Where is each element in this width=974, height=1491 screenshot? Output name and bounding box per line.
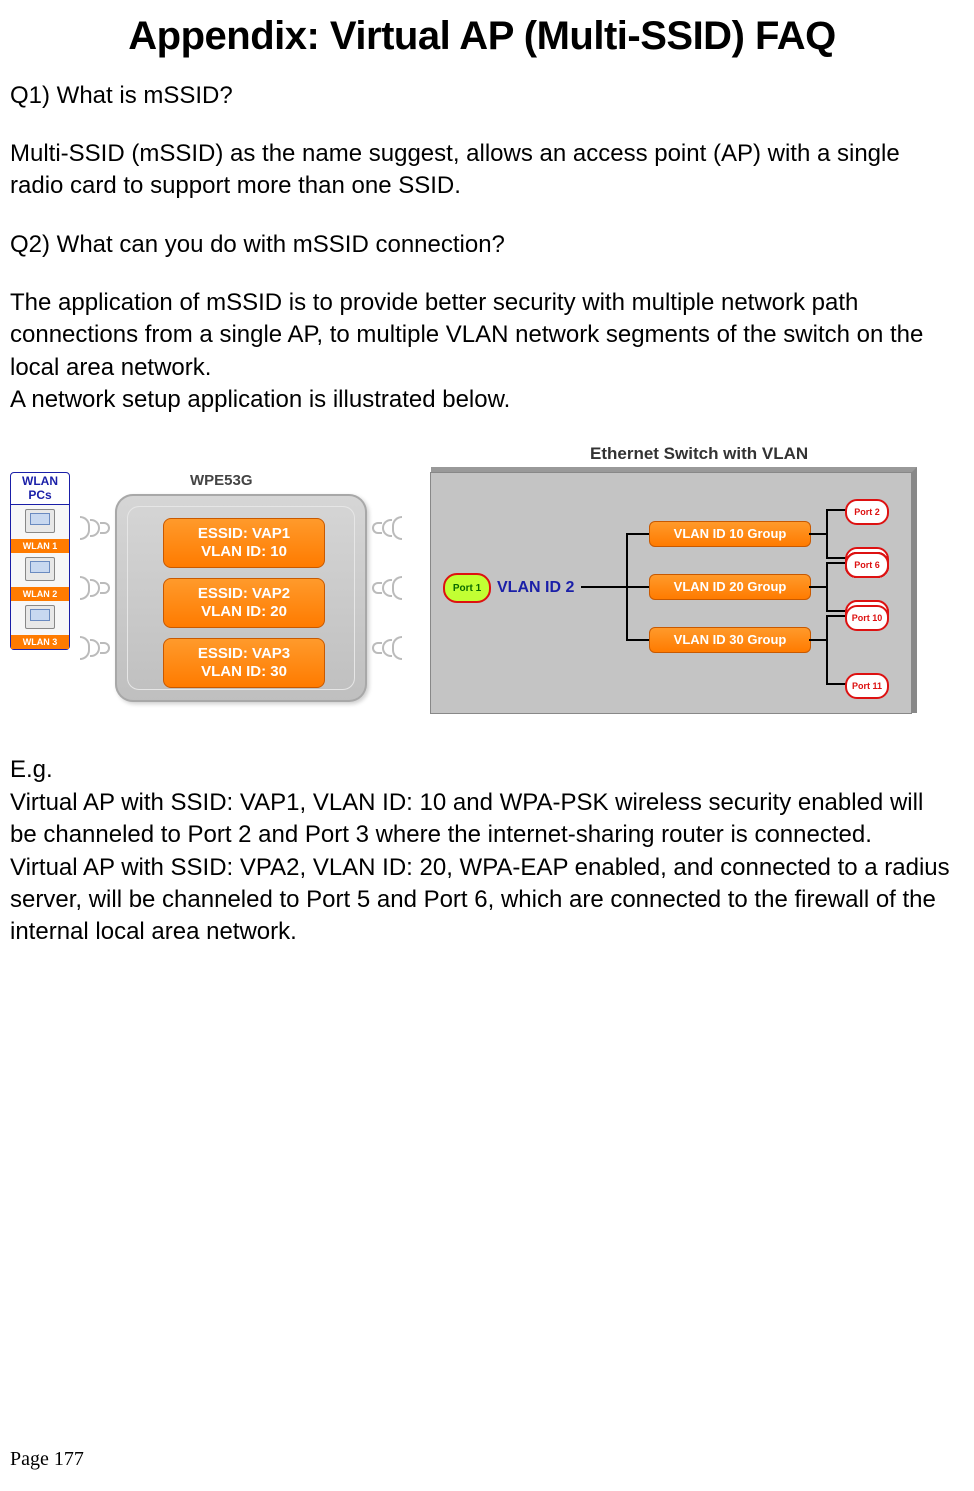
example-paragraph-1: Virtual AP with SSID: VAP1, VLAN ID: 10 … [10,787,954,852]
connector-line [809,639,827,641]
vap-3: ESSID: VAP3 VLAN ID: 30 [163,638,325,688]
wlan-pc-2: WLAN 2 [10,553,70,601]
computer-icon [25,509,55,533]
wlan-pcs-column: WLAN PCs WLAN 1 WLAN 2 WLAN 3 [10,472,70,649]
wlan-pc-3-label: WLAN 3 [11,635,69,649]
wireless-signal-icon [372,634,408,658]
example-heading: E.g. [10,754,954,786]
vlan-group-10: VLAN ID 10 Group [649,521,811,547]
vap-1-vlan: VLAN ID: 10 [164,543,324,561]
connector-line [826,509,828,559]
port-6-visible: Port 6 [845,552,889,578]
connector-line [826,610,846,612]
wireless-signal-icon [72,574,108,598]
answer-2: The application of mSSID is to provide b… [10,287,954,417]
switch-label: Ethernet Switch with VLAN [590,444,808,464]
connector-line [826,683,846,685]
vlan-id-2-label: VLAN ID 2 [497,579,574,597]
port-10: Port 10 [845,605,889,631]
wireless-signal-icon [72,634,108,658]
question-1: Q1) What is mSSID? [10,82,954,110]
connector-line [826,562,846,564]
network-diagram: Ethernet Switch with VLAN WLAN PCs WLAN … [10,444,930,724]
connector-line [826,557,846,559]
port-11: Port 11 [845,673,889,699]
wireless-signal-icon [372,574,408,598]
port-2: Port 2 [845,499,889,525]
wlan-pc-3: WLAN 3 [10,601,70,650]
ap-model-label: WPE53G [190,472,253,489]
computer-icon [25,605,55,629]
port-1-wrap: Port 1 VLAN ID 2 [443,573,574,603]
question-2: Q2) What can you do with mSSID connectio… [10,231,954,259]
wlan-pc-1: WLAN 1 [10,505,70,553]
wireless-signal-icon [72,514,108,538]
connector-line [626,639,650,641]
page-number: Page 177 [10,1448,84,1471]
wlan-pc-1-label: WLAN 1 [11,539,69,553]
vap-1-essid: ESSID: VAP1 [164,525,324,543]
connector-line [809,586,827,588]
connector-line [826,615,828,685]
example-paragraph-2: Virtual AP with SSID: VPA2, VLAN ID: 20,… [10,852,954,949]
wireless-signal-icon [372,514,408,538]
wlan-pcs-header: WLAN PCs [10,472,70,504]
connector-line [826,615,846,617]
connector-line [581,586,627,588]
page-title: Appendix: Virtual AP (Multi-SSID) FAQ [10,10,954,62]
ethernet-switch-box: Port 1 VLAN ID 2 VLAN ID 10 Group VLAN I… [430,472,912,714]
vap-2: ESSID: VAP2 VLAN ID: 20 [163,578,325,628]
vap-3-essid: ESSID: VAP3 [164,645,324,663]
port-1: Port 1 [443,573,491,603]
computer-icon [25,557,55,581]
answer-1: Multi-SSID (mSSID) as the name suggest, … [10,138,954,203]
vlan-group-30: VLAN ID 30 Group [649,627,811,653]
connector-line [826,509,846,511]
access-point-box: ESSID: VAP1 VLAN ID: 10 ESSID: VAP2 VLAN… [115,494,367,702]
vap-3-vlan: VLAN ID: 30 [164,663,324,681]
vap-2-vlan: VLAN ID: 20 [164,603,324,621]
vap-2-essid: ESSID: VAP2 [164,585,324,603]
connector-line [626,586,650,588]
vlan-group-20: VLAN ID 20 Group [649,574,811,600]
connector-line [809,533,827,535]
connector-line [626,533,650,535]
document-page: Appendix: Virtual AP (Multi-SSID) FAQ Q1… [0,0,974,1491]
wlan-pc-2-label: WLAN 2 [11,587,69,601]
connector-line [826,562,828,612]
vap-1: ESSID: VAP1 VLAN ID: 10 [163,518,325,568]
